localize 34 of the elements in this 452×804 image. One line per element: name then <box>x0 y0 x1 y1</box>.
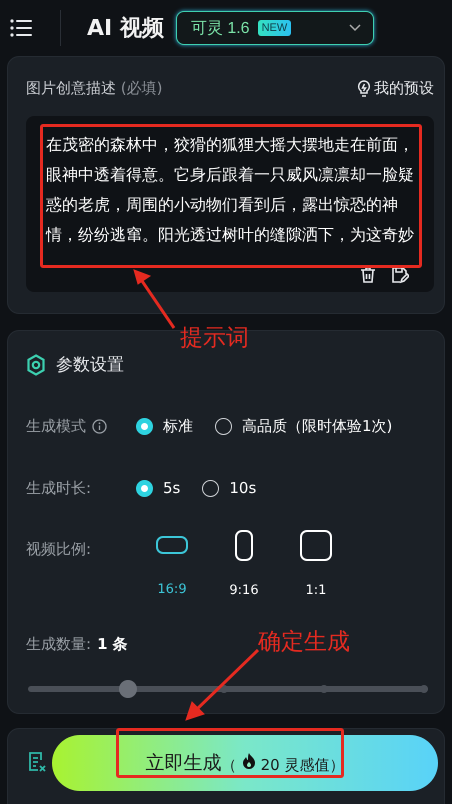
trash-icon[interactable] <box>359 266 377 284</box>
field-label: 图片创意描述 (必填) <box>26 79 162 98</box>
radio-option[interactable]: 高品质（限时体验1次) <box>215 416 392 436</box>
radio-option[interactable]: 10s <box>202 479 256 497</box>
field-label: 生成数量: <box>26 634 92 654</box>
section-title: 参数设置 <box>56 354 124 376</box>
callout-label: 确定生成 <box>258 628 350 657</box>
hexagon-icon <box>26 354 46 376</box>
radio-option[interactable]: 标准 <box>136 416 193 436</box>
count-value: 1 条 <box>97 634 128 654</box>
prompt-field[interactable]: 在茂密的森林中，狡猾的狐狸大摇大摆地走在前面，眼神中透着得意。它身后跟着一只威风凛凛却一脸疑惑的老虎，周围的小动物们看到后，露出惊恐的神情，纷纷逃窜。阳光透过树叶的缝隙洒下，为这奇妙 <box>26 116 434 292</box>
document-icon[interactable] <box>28 751 46 773</box>
radio-option[interactable]: 5s <box>136 479 180 497</box>
field-label: 生成模式 <box>26 416 86 436</box>
field-label: 视频比例: <box>26 540 92 559</box>
page-title: AI 视频 <box>87 15 164 43</box>
field-label: 生成时长: <box>26 478 92 498</box>
lightbulb-icon <box>357 80 371 98</box>
aspect-option[interactable]: 16:9 <box>136 530 208 598</box>
new-badge: NEW <box>258 20 292 36</box>
model-select[interactable]: 可灵 1.6 NEW <box>176 11 374 45</box>
aspect-option[interactable]: 9:16 <box>208 530 280 598</box>
arrow <box>132 268 176 330</box>
info-icon[interactable] <box>92 418 107 434</box>
callout-label: 提示词 <box>180 324 249 353</box>
presets-link[interactable]: 我的预设 <box>357 79 434 98</box>
slider-track[interactable] <box>28 680 428 698</box>
save-icon[interactable] <box>391 266 409 284</box>
menu-icon[interactable] <box>10 19 32 37</box>
slider-thumb[interactable] <box>119 680 137 698</box>
flame-icon <box>240 752 257 770</box>
aspect-option[interactable]: 1:1 <box>280 530 352 598</box>
generate-button[interactable]: 立即生成（ 20 灵感值） <box>52 735 438 791</box>
chevron-down-icon <box>348 24 361 32</box>
